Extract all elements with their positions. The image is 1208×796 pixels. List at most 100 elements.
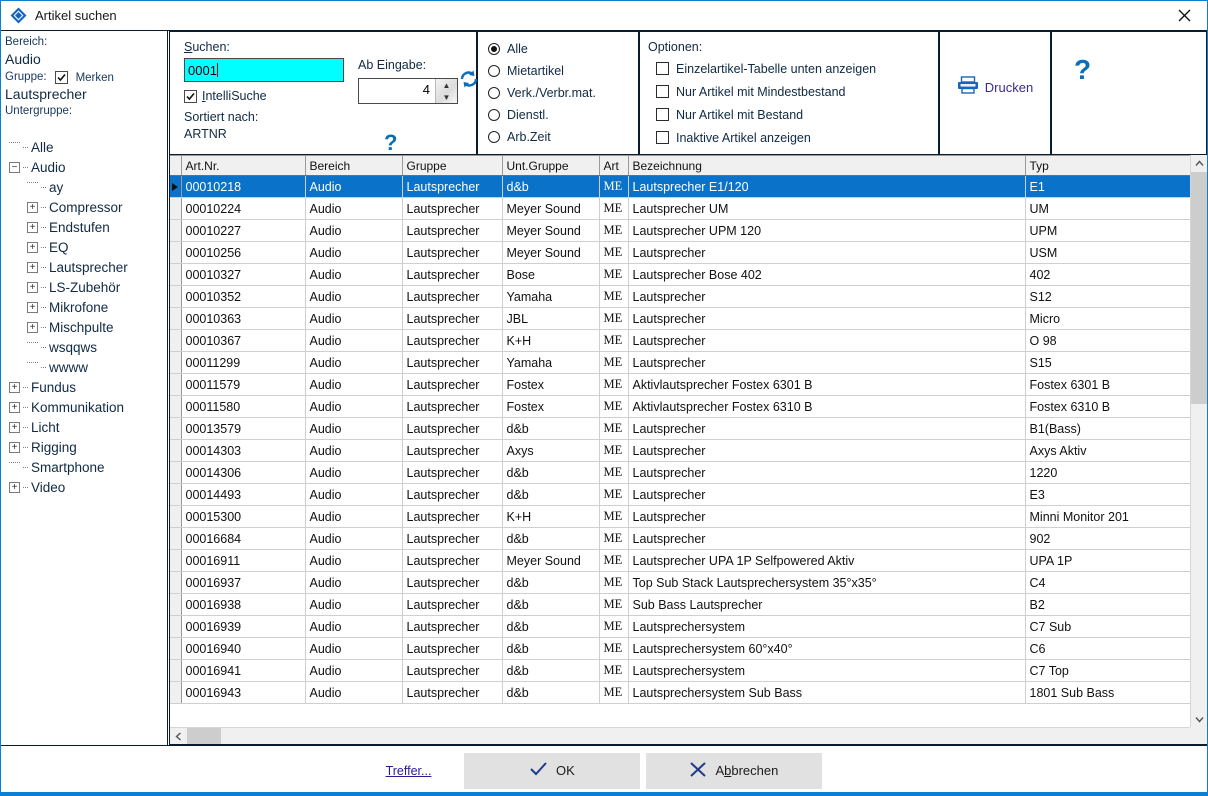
stepper-down-icon[interactable]: ▼ — [436, 91, 457, 103]
cell-bereich[interactable]: Audio — [305, 571, 403, 594]
cell-gruppe[interactable]: Lautsprecher — [402, 615, 503, 638]
row-indicator[interactable] — [170, 351, 182, 374]
cell-bezeichnung[interactable]: Lautsprecher UM — [628, 197, 1026, 220]
expand-icon[interactable]: + — [9, 481, 20, 493]
cell-bereich[interactable]: Audio — [305, 659, 403, 682]
cell-art-nr-[interactable]: 00011580 — [181, 395, 306, 418]
tree-item-mikrofone[interactable]: + Mikrofone — [5, 297, 167, 317]
cell-art-nr-[interactable]: 00010224 — [181, 197, 306, 220]
tree-item-wwww[interactable]: wwww — [5, 357, 167, 377]
tree-item-compressor[interactable]: + Compressor — [5, 197, 167, 217]
ok-button[interactable]: OK — [464, 752, 641, 789]
cell-gruppe[interactable]: Lautsprecher — [402, 197, 503, 220]
cell-art-nr-[interactable]: 00016684 — [181, 527, 306, 550]
cell-typ[interactable]: B1(Bass) — [1025, 417, 1192, 440]
cell-art[interactable]: ME — [599, 417, 629, 440]
cell-bereich[interactable]: Audio — [305, 197, 403, 220]
cell-art-nr-[interactable]: 00016938 — [181, 593, 306, 616]
cell-unt-gruppe[interactable]: d&b — [502, 461, 600, 484]
expand-icon[interactable]: + — [27, 321, 38, 333]
tree-item-ls-zubeh-r[interactable]: + LS-Zubehör — [5, 277, 167, 297]
cell-art[interactable]: ME — [599, 439, 629, 462]
option-nur-artikel-mit-mindestbestand[interactable]: Nur Artikel mit Mindestbestand — [648, 80, 938, 103]
cell-typ[interactable]: C7 Top — [1025, 659, 1192, 682]
cell-bezeichnung[interactable]: Lautsprecher — [628, 505, 1026, 528]
ab-eingabe-stepper[interactable]: 4 ▲ ▼ — [358, 78, 458, 104]
cell-bereich[interactable]: Audio — [305, 307, 403, 330]
expand-icon[interactable]: + — [9, 421, 20, 433]
radio-icon[interactable] — [488, 43, 500, 55]
tree-item-audio[interactable]: − Audio — [5, 157, 167, 177]
tree-item-kommunikation[interactable]: + Kommunikation — [5, 397, 167, 417]
column-header-untgruppe[interactable]: Unt.Gruppe — [502, 155, 600, 176]
cell-bereich[interactable]: Audio — [305, 505, 403, 528]
cell-gruppe[interactable]: Lautsprecher — [402, 637, 503, 660]
cell-unt-gruppe[interactable]: Meyer Sound — [502, 241, 600, 264]
treffer-link[interactable]: Treffer... — [386, 764, 432, 778]
cell-typ[interactable]: UPM — [1025, 219, 1192, 242]
cell-art-nr-[interactable]: 00013579 — [181, 417, 306, 440]
cell-typ[interactable]: C4 — [1025, 571, 1192, 594]
table-row[interactable]: 00010224 Audio Lautsprecher Meyer Sound ME La… — [170, 197, 1192, 220]
cell-art-nr-[interactable]: 00010327 — [181, 263, 306, 286]
cell-unt-gruppe[interactable]: d&b — [502, 175, 600, 198]
cell-unt-gruppe[interactable]: Meyer Sound — [502, 549, 600, 572]
cell-unt-gruppe[interactable]: d&b — [502, 527, 600, 550]
cell-bereich[interactable]: Audio — [305, 681, 403, 704]
tree-item-lautsprecher[interactable]: + Lautsprecher — [5, 257, 167, 277]
table-row[interactable]: 00016911 Audio Lautsprecher Meyer Sound ME La… — [170, 549, 1192, 572]
row-indicator[interactable] — [170, 593, 182, 616]
cell-bezeichnung[interactable]: Sub Bass Lautsprecher — [628, 593, 1026, 616]
option-inaktive-artikel-anzeigen[interactable]: Inaktive Artikel anzeigen — [648, 126, 938, 149]
cell-art[interactable]: ME — [599, 329, 629, 352]
cell-art-nr-[interactable]: 00011299 — [181, 351, 306, 374]
cell-gruppe[interactable]: Lautsprecher — [402, 571, 503, 594]
cell-typ[interactable]: Axys Aktiv — [1025, 439, 1192, 462]
cell-bezeichnung[interactable]: Lautsprecher — [628, 307, 1026, 330]
cell-art[interactable]: ME — [599, 461, 629, 484]
cell-unt-gruppe[interactable]: K+H — [502, 505, 600, 528]
row-indicator[interactable] — [170, 505, 182, 528]
horizontal-scroll-thumb[interactable] — [187, 728, 221, 744]
cell-gruppe[interactable]: Lautsprecher — [402, 219, 503, 242]
cell-gruppe[interactable]: Lautsprecher — [402, 263, 503, 286]
radio-mietartikel[interactable]: Mietartikel — [488, 60, 638, 82]
cell-gruppe[interactable]: Lautsprecher — [402, 659, 503, 682]
cell-typ[interactable]: USM — [1025, 241, 1192, 264]
cell-art-nr-[interactable]: 00010367 — [181, 329, 306, 352]
row-indicator[interactable] — [170, 219, 182, 242]
cell-bezeichnung[interactable]: Aktivlautsprecher Fostex 6310 B — [628, 395, 1026, 418]
close-icon[interactable] — [1161, 1, 1207, 30]
cell-unt-gruppe[interactable]: d&b — [502, 681, 600, 704]
cell-bezeichnung[interactable]: Lautsprecher — [628, 241, 1026, 264]
cell-typ[interactable]: 1220 — [1025, 461, 1192, 484]
cell-typ[interactable]: Micro — [1025, 307, 1192, 330]
cell-bereich[interactable]: Audio — [305, 395, 403, 418]
expand-icon[interactable]: + — [27, 281, 38, 293]
row-indicator[interactable] — [170, 175, 182, 198]
radio-dienstl-[interactable]: Dienstl. — [488, 104, 638, 126]
table-row[interactable]: 00010327 Audio Lautsprecher Bose ME Lautsprec… — [170, 263, 1192, 286]
option-checkbox[interactable] — [656, 85, 669, 98]
table-row[interactable]: 00014493 Audio Lautsprecher d&b ME Lautsprech… — [170, 483, 1192, 506]
cell-bereich[interactable]: Audio — [305, 263, 403, 286]
column-header-art[interactable]: Art — [599, 155, 629, 176]
cell-bereich[interactable]: Audio — [305, 439, 403, 462]
cell-typ[interactable]: 1801 Sub Bass — [1025, 681, 1192, 704]
cell-art-nr-[interactable]: 00010218 — [181, 175, 306, 198]
table-row[interactable]: 00014303 Audio Lautsprecher Axys ME Lautsprec… — [170, 439, 1192, 462]
vertical-scroll-thumb[interactable] — [1191, 172, 1207, 404]
cell-unt-gruppe[interactable]: d&b — [502, 571, 600, 594]
cell-bezeichnung[interactable]: Aktivlautsprecher Fostex 6301 B — [628, 373, 1026, 396]
cell-bezeichnung[interactable]: Lautsprecher — [628, 329, 1026, 352]
cell-art-nr-[interactable]: 00010352 — [181, 285, 306, 308]
collapse-icon[interactable]: − — [9, 161, 20, 173]
cell-bereich[interactable]: Audio — [305, 637, 403, 660]
cell-gruppe[interactable]: Lautsprecher — [402, 461, 503, 484]
cell-bezeichnung[interactable]: Lautsprechersystem Sub Bass — [628, 681, 1026, 704]
cell-typ[interactable]: C7 Sub — [1025, 615, 1192, 638]
cell-bereich[interactable]: Audio — [305, 417, 403, 440]
tree-item-fundus[interactable]: + Fundus — [5, 377, 167, 397]
cell-art-nr-[interactable]: 00010227 — [181, 219, 306, 242]
row-indicator[interactable] — [170, 197, 182, 220]
